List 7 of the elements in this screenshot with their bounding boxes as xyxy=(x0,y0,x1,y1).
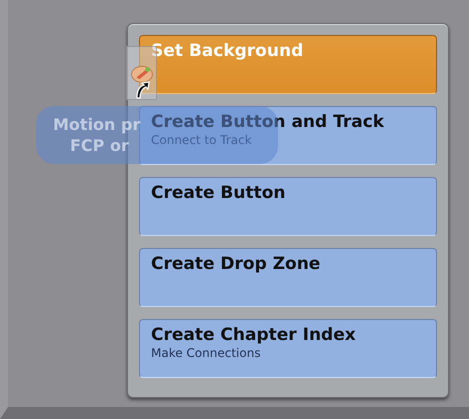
drop-option[interactable]: Create Drop Zone xyxy=(139,248,437,307)
cursor-arrow-icon xyxy=(134,80,150,100)
drop-option[interactable]: Create Button and Track Connect to Track xyxy=(139,106,437,165)
drop-option[interactable]: Create Chapter Index Make Connections xyxy=(139,319,437,378)
drag-label-text: Motion pr xyxy=(53,114,140,134)
drag-label-text: FCP or xyxy=(70,136,129,156)
drop-option[interactable]: Create Button xyxy=(139,177,437,236)
